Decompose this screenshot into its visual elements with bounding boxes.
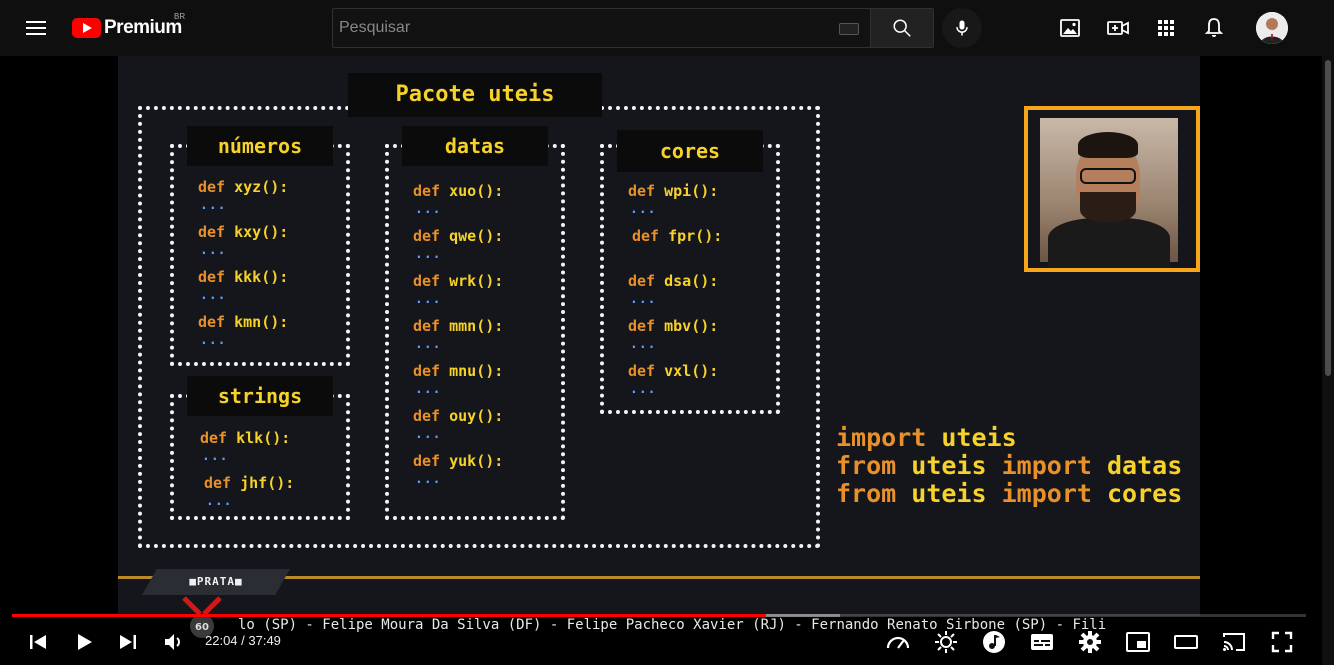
defs-numeros: def xyz():... def kxy():... def kkk():..…: [198, 178, 289, 348]
image-icon[interactable]: [1058, 16, 1082, 40]
defs-datas: def xuo():... def qwe():... def wrk():..…: [413, 182, 504, 487]
box-title-cores: cores: [617, 130, 763, 172]
video-add-icon[interactable]: [1106, 16, 1130, 40]
box-title-datas: datas: [402, 126, 548, 166]
ambient-mode-button[interactable]: [932, 628, 960, 656]
progress-bar[interactable]: [12, 614, 1306, 617]
fullscreen-button[interactable]: [1268, 628, 1296, 656]
miniplayer-button[interactable]: [1124, 628, 1152, 656]
search-button[interactable]: [870, 8, 934, 48]
skip-next-icon: [120, 635, 136, 649]
video-frame[interactable]: Pacote uteis números def xyz():... def k…: [118, 56, 1200, 616]
search-box: [332, 8, 871, 48]
gear-icon: [1079, 631, 1101, 653]
defs-strings: def klk():... def jhf():...: [200, 429, 295, 509]
skip-previous-icon: [30, 635, 46, 649]
progress-played: [12, 614, 767, 617]
captions-icon: [1031, 634, 1053, 650]
presenter-image: [1040, 118, 1178, 268]
youtube-premium-logo[interactable]: Premium BR: [72, 12, 185, 40]
playback-speed-button[interactable]: [884, 628, 912, 656]
hamburger-icon[interactable]: [20, 12, 52, 44]
sun-gear-icon: [935, 631, 957, 653]
apps-grid-icon[interactable]: [1154, 16, 1178, 40]
previous-button[interactable]: [24, 628, 52, 656]
bell-icon[interactable]: [1202, 16, 1226, 40]
music-note-icon: [983, 631, 1005, 653]
page-scrollbar[interactable]: [1322, 56, 1334, 665]
search-icon: [893, 19, 911, 37]
play-button[interactable]: [70, 628, 98, 656]
music-button[interactable]: [980, 628, 1008, 656]
import-examples: import uteis from uteis import datas fro…: [836, 423, 1183, 508]
voice-search-button[interactable]: [942, 8, 982, 48]
logo-text: Premium: [104, 17, 182, 38]
defs-cores: def wpi():... def fpr(): def dsa():... d…: [628, 182, 723, 397]
play-icon: [78, 634, 92, 650]
mic-icon: [956, 20, 968, 36]
cast-button[interactable]: [1220, 628, 1248, 656]
theater-mode-button[interactable]: [1172, 628, 1200, 656]
box-title-strings: strings: [187, 376, 333, 416]
settings-button[interactable]: [1076, 628, 1104, 656]
volume-icon: [165, 634, 180, 650]
package-title: Pacote uteis: [348, 73, 602, 117]
keyboard-icon[interactable]: [839, 23, 859, 35]
presenter-webcam: [1024, 106, 1200, 272]
subtitles-button[interactable]: [1028, 628, 1056, 656]
cast-icon: [1223, 633, 1245, 651]
volume-button[interactable]: [160, 628, 188, 656]
theater-mode-icon: [1174, 635, 1198, 649]
fullscreen-icon: [1271, 631, 1293, 653]
miniplayer-icon: [1126, 632, 1150, 652]
avatar[interactable]: [1256, 12, 1288, 44]
next-button[interactable]: [114, 628, 142, 656]
svg-text:60: 60: [195, 622, 209, 633]
speedometer-icon: [886, 636, 910, 649]
masthead: Premium BR: [0, 0, 1334, 56]
time-display: 22:04 / 37:49: [205, 633, 281, 648]
scrollbar-thumb[interactable]: [1325, 60, 1331, 376]
youtube-play-icon: [72, 18, 101, 38]
logo-country-code: BR: [174, 12, 186, 21]
box-title-numeros: números: [187, 126, 333, 166]
search-input[interactable]: [333, 9, 813, 47]
sponsor-tier-badge: ■PRATA■: [142, 569, 290, 595]
